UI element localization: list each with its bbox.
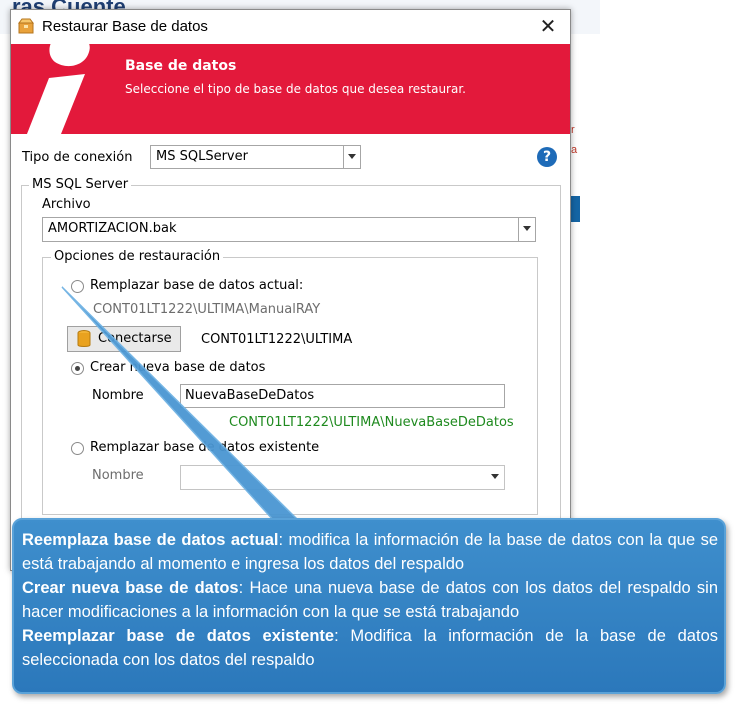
callout-paragraph-1: Reemplaza base de datos actual: modifica… (22, 528, 718, 576)
callout-paragraph-3: Reemplazar base de datos existente: Modi… (22, 624, 718, 672)
callout-term-2: Crear nueva base de datos (22, 579, 239, 597)
callout-paragraph-2: Crear nueva base de datos: Hace una nuev… (22, 576, 718, 624)
callout-term-3: Reemplazar base de datos existente (22, 627, 335, 645)
callout-term-1: Reemplaza base de datos actual (22, 531, 279, 549)
annotation-callout: Reemplaza base de datos actual: modifica… (12, 518, 726, 694)
